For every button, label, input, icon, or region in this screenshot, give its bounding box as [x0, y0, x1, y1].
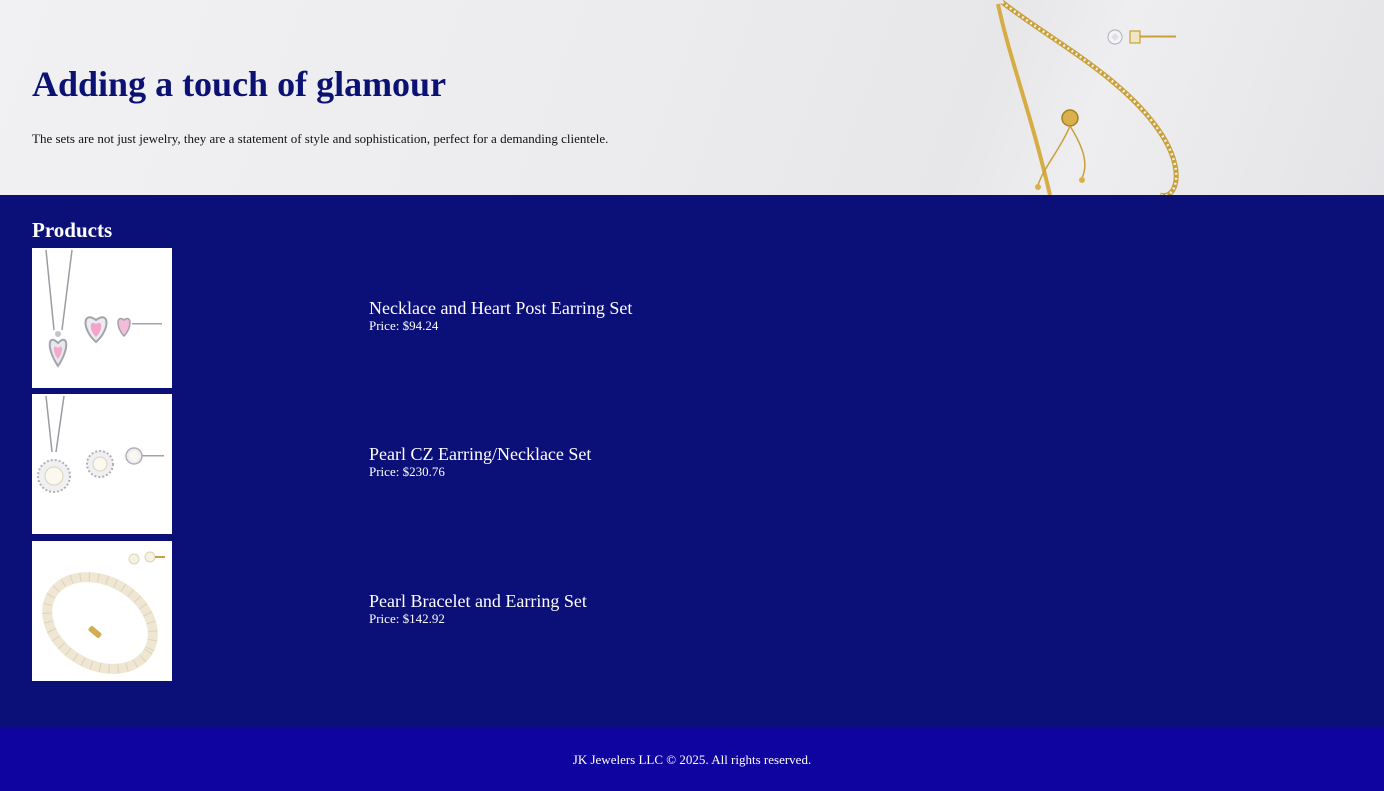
product-price: Price: $94.24: [369, 318, 439, 333]
product-price: Price: $142.92: [369, 611, 445, 626]
footer: JK Jewelers LLC © 2025. All rights reser…: [0, 728, 1384, 791]
product-name[interactable]: Necklace and Heart Post Earring Set: [369, 298, 632, 318]
product-card[interactable]: Pearl CZ Earring/Necklace Set Price: $23…: [32, 394, 932, 534]
heart-necklace-earring-image: [32, 248, 172, 388]
pearl-bracelet-earring-image: [32, 541, 172, 681]
product-price: Price: $230.76: [369, 464, 445, 479]
product-name[interactable]: Pearl CZ Earring/Necklace Set: [369, 444, 591, 464]
hero-bracelet-image: [996, 0, 1179, 195]
product-info: Pearl CZ Earring/Necklace Set Price: $23…: [369, 444, 591, 480]
products-heading: Products: [32, 218, 113, 242]
product-info: Necklace and Heart Post Earring Set Pric…: [369, 298, 632, 334]
hero-title: Adding a touch of glamour: [32, 64, 447, 104]
hero-subtitle: The sets are not just jewelry, they are …: [32, 131, 609, 146]
product-card[interactable]: Necklace and Heart Post Earring Set Pric…: [32, 248, 932, 388]
footer-copyright: JK Jewelers LLC © 2025. All rights reser…: [572, 752, 812, 767]
product-name[interactable]: Pearl Bracelet and Earring Set: [369, 591, 587, 611]
pearl-necklace-earring-image: [32, 394, 172, 534]
product-card[interactable]: Pearl Bracelet and Earring Set Price: $1…: [32, 541, 932, 681]
hero-banner: Adding a touch of glamour The sets are n…: [0, 0, 1384, 195]
product-info: Pearl Bracelet and Earring Set Price: $1…: [369, 591, 587, 627]
products-section: Products Necklace and Heart Post Earring…: [0, 195, 1384, 728]
